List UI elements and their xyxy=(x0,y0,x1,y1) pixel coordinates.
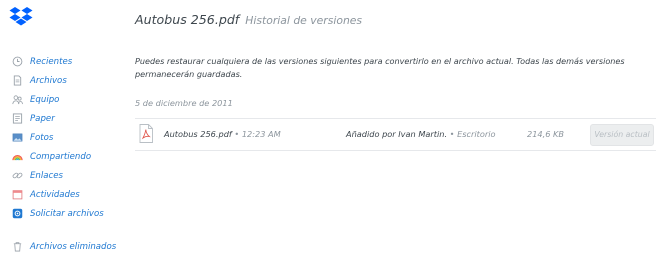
link-icon xyxy=(12,170,23,181)
pdf-file-icon xyxy=(139,124,153,143)
version-size: 214,6 KB xyxy=(527,129,565,139)
sidebar-item-compartiendo[interactable]: Compartiendo xyxy=(12,147,124,166)
sidebar-item-enlaces[interactable]: Enlaces xyxy=(12,166,124,185)
clock-icon xyxy=(12,56,23,67)
file-icon xyxy=(12,75,23,86)
sidebar-item-label: Fotos xyxy=(30,132,54,143)
page-title-file-name: Autobus 256.pdf xyxy=(135,12,240,27)
sidebar-item-label: Enlaces xyxy=(30,170,64,181)
version-file-name: Autobus 256.pdf xyxy=(164,129,232,139)
sidebar: Recientes Archivos Equipo Paper Fotos Co… xyxy=(12,52,124,256)
sidebar-item-label: Recientes xyxy=(30,56,73,67)
sidebar-item-label: Compartiendo xyxy=(30,151,92,162)
sidebar-item-label: Actividades xyxy=(30,189,80,200)
dropbox-logo-icon[interactable] xyxy=(8,6,34,28)
sidebar-item-fotos[interactable]: Fotos xyxy=(12,128,124,147)
file-request-icon xyxy=(12,208,23,219)
photo-icon xyxy=(12,132,23,143)
version-location: • Escritorio xyxy=(447,129,496,139)
sidebar-item-archivos-eliminados[interactable]: Archivos eliminados xyxy=(12,237,124,256)
sidebar-item-paper[interactable]: Paper xyxy=(12,109,124,128)
page-title-subtitle: Historial de versiones xyxy=(245,14,363,27)
calendar-icon xyxy=(12,189,23,200)
version-file: Autobus 256.pdf • 12:23 AM xyxy=(164,129,281,139)
version-author: Añadido por Ivan Martin. • Escritorio xyxy=(346,129,496,139)
sidebar-item-recientes[interactable]: Recientes xyxy=(12,52,124,71)
version-date: 5 de diciembre de 2011 xyxy=(135,98,233,108)
rainbow-icon xyxy=(12,151,23,162)
team-icon xyxy=(12,94,23,105)
paper-icon xyxy=(12,113,23,124)
page-title: Autobus 256.pdf Historial de versiones xyxy=(135,9,362,28)
sidebar-item-equipo[interactable]: Equipo xyxy=(12,90,124,109)
sidebar-item-solicitar-archivos[interactable]: Solicitar archivos xyxy=(12,204,124,223)
sidebar-item-label: Equipo xyxy=(30,94,60,105)
sidebar-item-label: Paper xyxy=(30,113,55,124)
sidebar-item-archivos[interactable]: Archivos xyxy=(12,71,124,90)
sidebar-item-label: Archivos xyxy=(30,75,67,86)
intro-text: Puedes restaurar cualquiera de las versi… xyxy=(135,56,625,79)
sidebar-item-actividades[interactable]: Actividades xyxy=(12,185,124,204)
version-added-by: Añadido por Ivan Martin. xyxy=(346,129,448,139)
trash-icon xyxy=(12,241,23,252)
current-version-button[interactable]: Versión actual xyxy=(590,124,654,146)
sidebar-item-label: Archivos eliminados xyxy=(30,241,117,252)
version-time: • 12:23 AM xyxy=(231,129,281,139)
sidebar-item-label: Solicitar archivos xyxy=(30,208,104,219)
version-row[interactable]: Autobus 256.pdf • 12:23 AM Añadido por I… xyxy=(135,118,656,151)
